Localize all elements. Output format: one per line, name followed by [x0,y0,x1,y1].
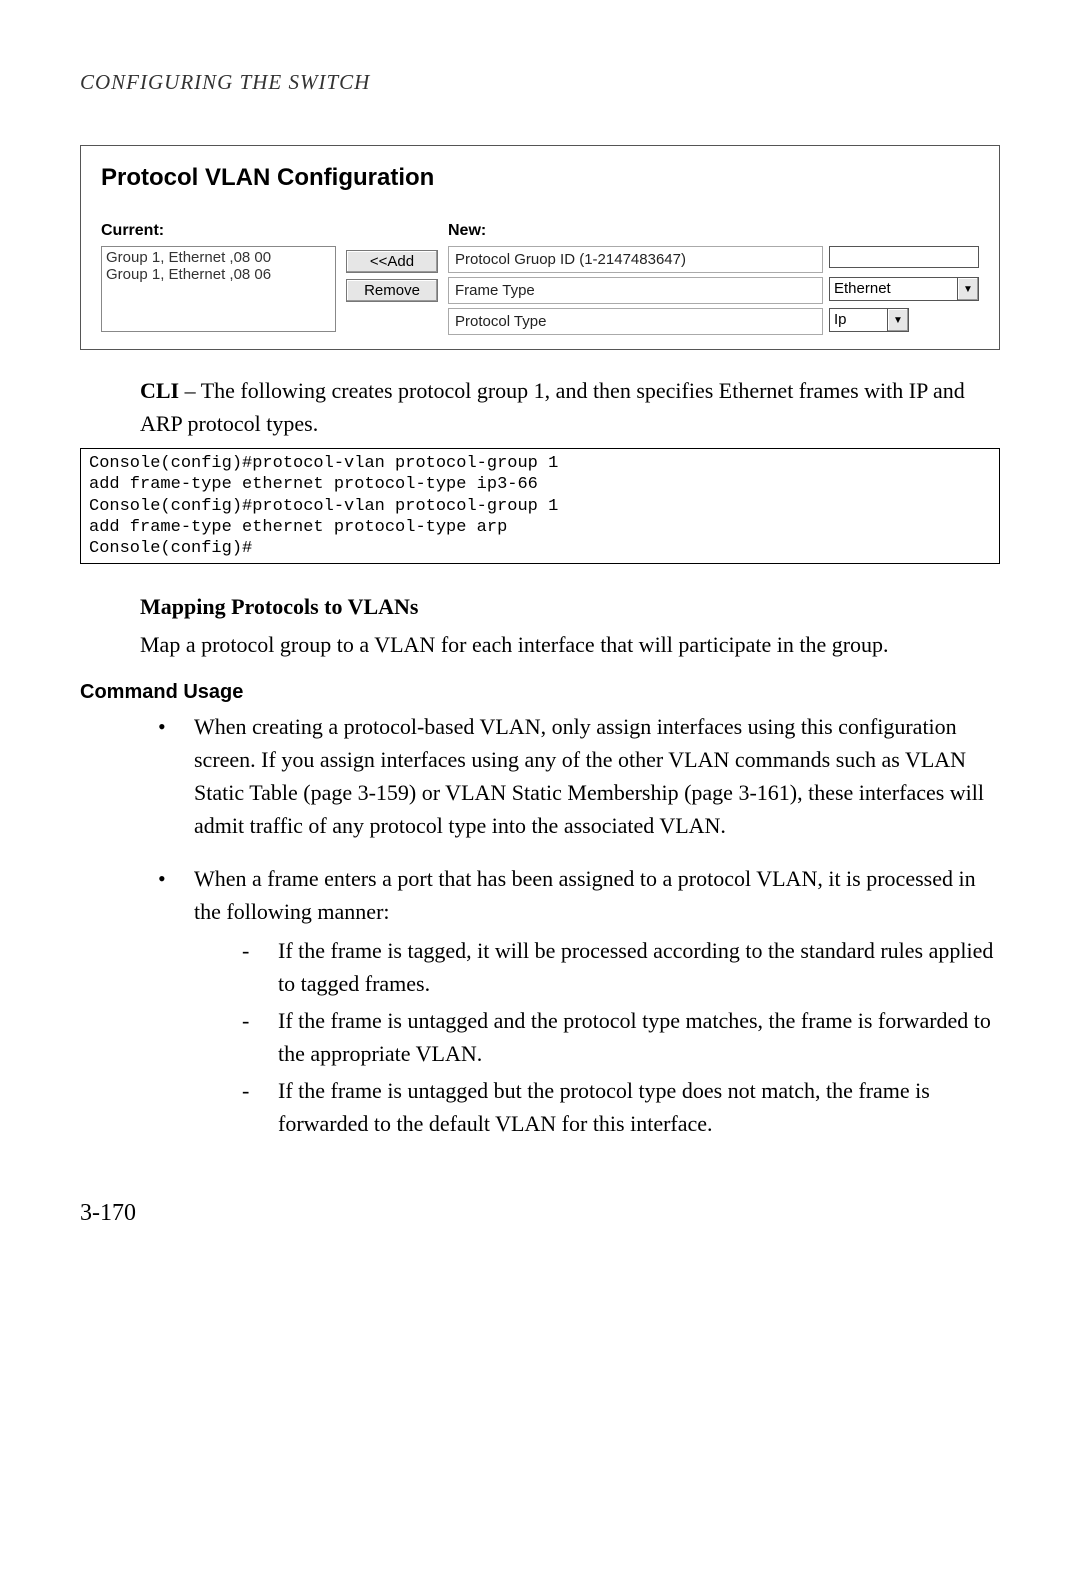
frame-type-select[interactable]: Ethernet ▼ [829,277,979,301]
protocol-group-id-label: Protocol Gruop ID (1-2147483647) [448,246,823,273]
figure-title: Protocol VLAN Configuration [101,164,979,192]
list-item: When a frame enters a port that has been… [148,862,1000,1140]
protocol-type-select[interactable]: Ip ▼ [829,308,909,332]
protocol-vlan-config-figure: Protocol VLAN Configuration Current: Gro… [80,145,1000,350]
list-item[interactable]: Group 1, Ethernet ,08 06 [106,266,331,283]
chevron-down-icon[interactable]: ▼ [957,277,979,301]
list-item: When creating a protocol-based VLAN, onl… [148,710,1000,842]
list-item: If the frame is untagged and the protoco… [242,1004,1000,1070]
add-button[interactable]: <<Add [346,250,438,273]
cli-code-block: Console(config)#protocol-vlan protocol-g… [80,448,1000,564]
cli-intro: CLI – The following creates protocol gro… [140,374,1000,440]
new-label: New: [448,222,979,240]
section-intro: Map a protocol group to a VLAN for each … [140,628,1000,661]
frame-type-value: Ethernet [829,277,957,301]
protocol-type-label: Protocol Type [448,308,823,335]
page-number: 3-170 [80,1200,1000,1227]
running-header: CONFIGURING THE SWITCH [80,70,1000,95]
remove-button[interactable]: Remove [346,279,438,302]
section-heading: Mapping Protocols to VLANs [140,594,1000,620]
list-item[interactable]: Group 1, Ethernet ,08 00 [106,249,331,266]
current-label: Current: [101,222,336,240]
protocol-type-value: Ip [829,308,887,332]
list-item: If the frame is tagged, it will be proce… [242,934,1000,1000]
cli-label: CLI [140,378,179,403]
current-listbox[interactable]: Group 1, Ethernet ,08 00 Group 1, Ethern… [101,246,336,332]
cli-intro-text: – The following creates protocol group 1… [140,378,965,436]
command-usage-heading: Command Usage [80,681,1000,704]
frame-type-label: Frame Type [448,277,823,304]
protocol-group-id-input[interactable] [829,246,979,268]
bullet-lead: When a frame enters a port that has been… [194,866,976,924]
chevron-down-icon[interactable]: ▼ [887,308,909,332]
list-item: If the frame is untagged but the protoco… [242,1074,1000,1140]
